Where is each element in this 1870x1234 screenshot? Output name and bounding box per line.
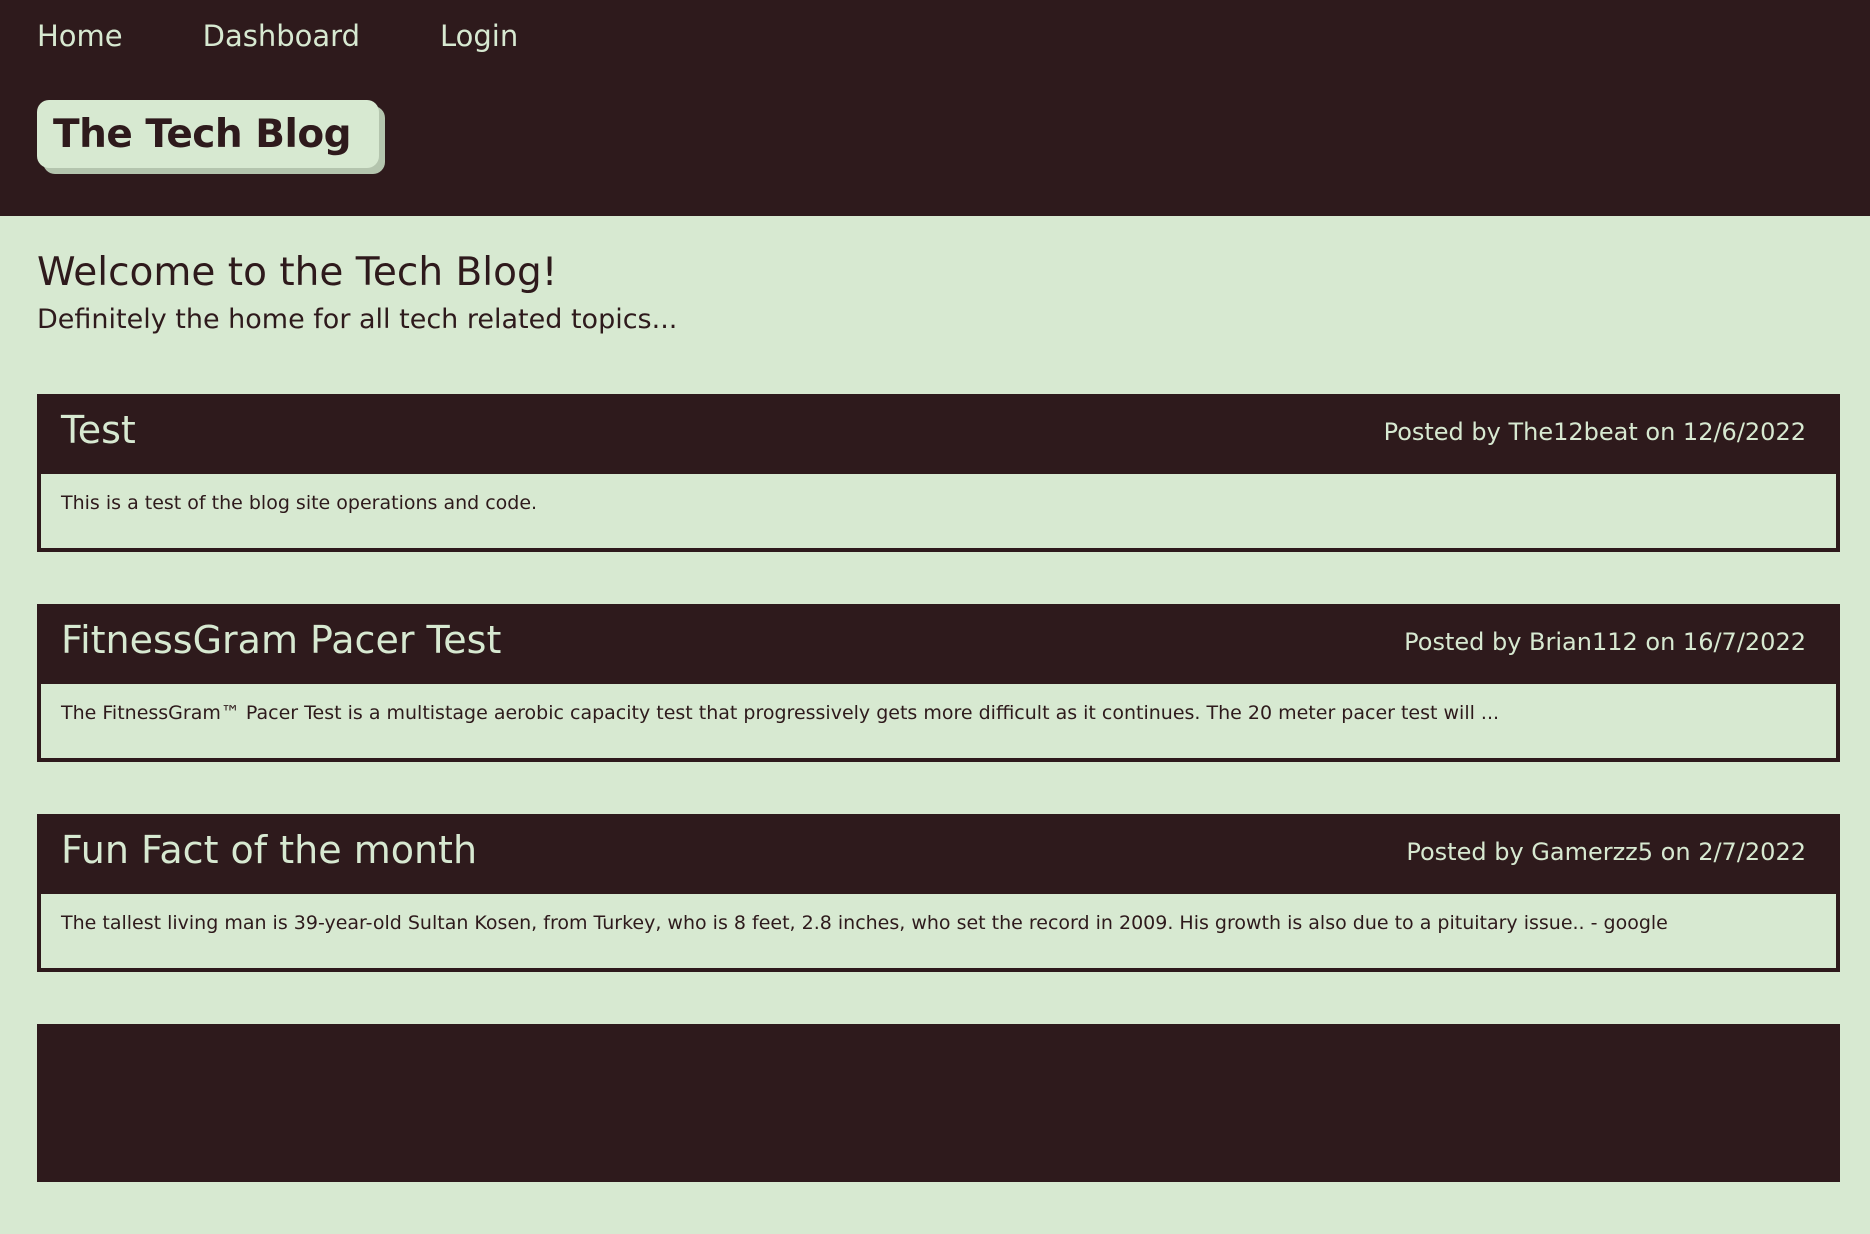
top-nav: Home Dashboard Login [37, 16, 518, 56]
nav-link-login[interactable]: Login [440, 16, 518, 56]
post-card[interactable]: Test Posted by The12beat on 12/6/2022 Th… [37, 394, 1840, 552]
post-meta: Posted by Brian112 on 16/7/2022 [1404, 628, 1806, 656]
post-body: The tallest living man is 39-year-old Su… [41, 894, 1836, 968]
brand-badge: The Tech Blog [37, 100, 380, 168]
post-title[interactable]: FitnessGram Pacer Test [61, 618, 501, 662]
nav-link-dashboard[interactable]: Dashboard [203, 16, 360, 56]
site-header: Home Dashboard Login The Tech Blog [0, 0, 1870, 216]
post-card[interactable]: FitnessGram Pacer Test Posted by Brian11… [37, 604, 1840, 762]
post-card[interactable]: Fun Fact of the month Posted by Gamerzz5… [37, 814, 1840, 972]
post-body: The FitnessGram™ Pacer Test is a multist… [41, 684, 1836, 758]
welcome-title: Welcome to the Tech Blog! [37, 250, 558, 295]
post-meta: Posted by The12beat on 12/6/2022 [1383, 418, 1806, 446]
post-meta: Posted by Gamerzz5 on 2/7/2022 [1406, 838, 1806, 866]
post-title[interactable]: Test [61, 408, 136, 452]
post-header: Fun Fact of the month Posted by Gamerzz5… [37, 814, 1840, 894]
nav-link-home[interactable]: Home [37, 16, 123, 56]
site-title: The Tech Blog [53, 111, 352, 157]
post-header: Test Posted by The12beat on 12/6/2022 [37, 394, 1840, 474]
post-card[interactable] [37, 1024, 1840, 1182]
post-header: FitnessGram Pacer Test Posted by Brian11… [37, 604, 1840, 684]
post-body: This is a test of the blog site operatio… [41, 474, 1836, 548]
post-header [37, 1024, 1840, 1104]
post-title[interactable]: Fun Fact of the month [61, 828, 477, 872]
welcome-subtitle: Definitely the home for all tech related… [37, 304, 678, 335]
post-list: Test Posted by The12beat on 12/6/2022 Th… [37, 394, 1840, 1234]
